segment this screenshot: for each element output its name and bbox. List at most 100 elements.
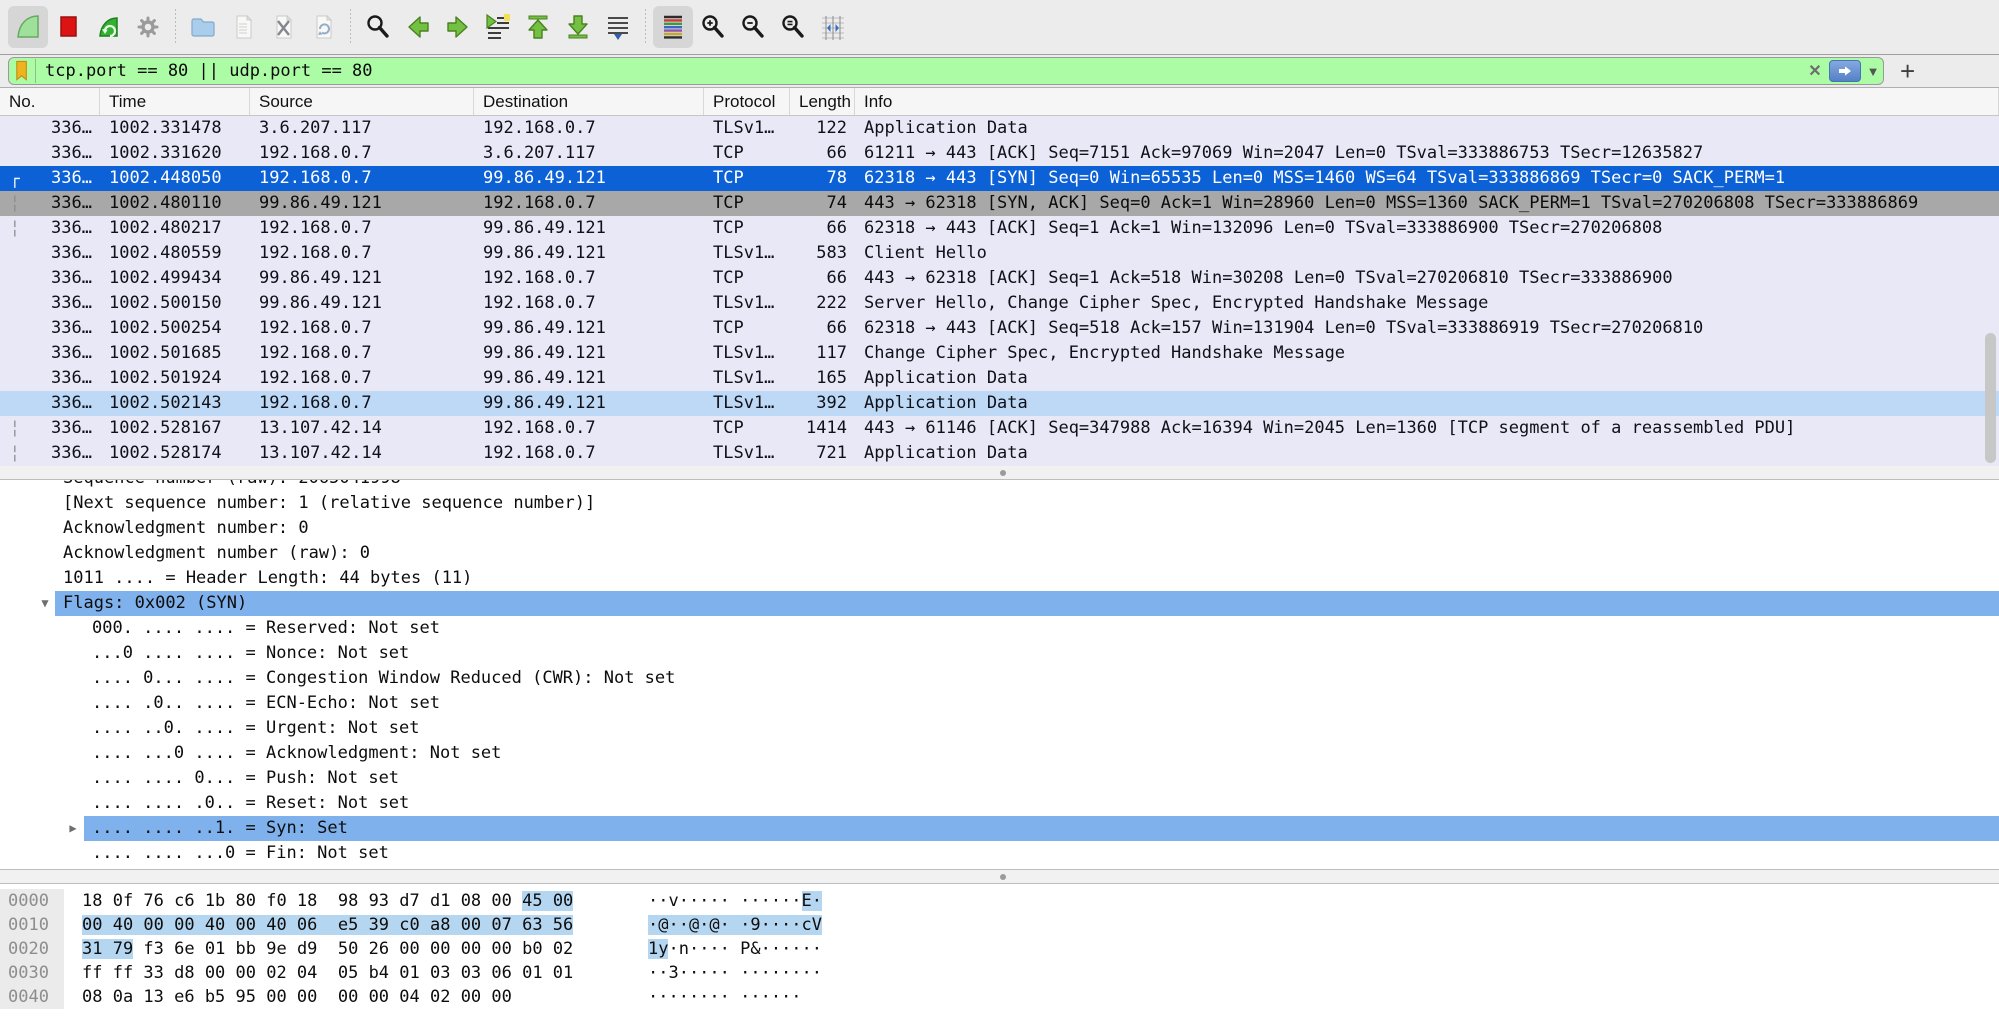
cell-dst: 99.86.49.121 [474, 241, 704, 266]
filter-add-button[interactable]: + [1900, 61, 1915, 81]
display-filter-field[interactable]: tcp.port == 80 || udp.port == 80 ✕ ▼ [8, 57, 1884, 85]
cell-info: Client Hello [855, 241, 1999, 266]
colorize-packets-button[interactable] [653, 6, 693, 48]
filter-bookmark-icon[interactable] [9, 59, 36, 83]
hex-row-0000[interactable]: 000018 0f 76 c6 1b 80 f0 18 98 93 d7 d1 … [0, 889, 1999, 913]
column-header-protocol[interactable]: Protocol [704, 88, 790, 115]
reload-file-icon [308, 12, 338, 42]
packet-row-13[interactable]: 336…1002.52816713.107.42.14192.168.0.7TC… [0, 416, 1999, 441]
hex-bytes[interactable]: 00 40 00 00 40 00 40 06 e5 39 c0 a8 00 0… [82, 913, 573, 937]
related-packet-mark-icon: ╎ [10, 191, 28, 216]
filter-apply-button[interactable] [1829, 60, 1861, 82]
cell-dst: 99.86.49.121 [474, 216, 704, 241]
restart-capture-button[interactable] [88, 6, 128, 48]
open-file-folder-button[interactable] [183, 6, 223, 48]
go-previous-packet-button[interactable] [398, 6, 438, 48]
cell-info: Application Data [855, 441, 1999, 466]
go-next-packet-button[interactable] [438, 6, 478, 48]
detail-line-6[interactable]: ▼Flags: 0x002 (SYN) [0, 591, 1999, 616]
detail-line-11[interactable]: .... ..0. .... = Urgent: Not set [0, 716, 1999, 741]
collapse-triangle-icon[interactable]: ▼ [38, 591, 52, 616]
zoom-out-icon [738, 12, 768, 42]
filter-history-chevron-icon[interactable]: ▼ [1863, 64, 1883, 79]
detail-line-13[interactable]: .... .... 0... = Push: Not set [0, 766, 1999, 791]
packet-row-4[interactable]: 336…1002.48011099.86.49.121192.168.0.7TC… [0, 191, 1999, 216]
zoom-out-button[interactable] [733, 6, 773, 48]
packet-list-scrollbar-thumb[interactable] [1985, 333, 1996, 463]
cell-len: 1414 [790, 416, 855, 441]
detail-line-14[interactable]: .... .... .0.. = Reset: Not set [0, 791, 1999, 816]
column-header-source[interactable]: Source [250, 88, 474, 115]
cell-info: Change Cipher Spec, Encrypted Handshake … [855, 341, 1999, 366]
cell-src: 192.168.0.7 [250, 241, 474, 266]
packet-row-1[interactable]: 336…1002.3314783.6.207.117192.168.0.7TLS… [0, 116, 1999, 141]
detail-line-5[interactable]: 1011 .... = Header Length: 44 bytes (11) [0, 566, 1999, 591]
packet-row-7[interactable]: 336…1002.49943499.86.49.121192.168.0.7TC… [0, 266, 1999, 291]
auto-scroll-button[interactable] [598, 6, 638, 48]
hex-row-0010[interactable]: 001000 40 00 00 40 00 40 06 e5 39 c0 a8 … [0, 913, 1999, 937]
splitter-details-hex[interactable] [0, 870, 1999, 884]
hex-ascii[interactable]: ········ ······ [648, 985, 802, 1009]
hex-bytes[interactable]: 18 0f 76 c6 1b 80 f0 18 98 93 d7 d1 08 0… [82, 889, 573, 913]
stop-capture-button[interactable] [48, 6, 88, 48]
zoom-reset-button[interactable] [773, 6, 813, 48]
column-header-destination[interactable]: Destination [474, 88, 704, 115]
cell-dst: 192.168.0.7 [474, 441, 704, 466]
detail-line-15[interactable]: ▶.... .... ..1. = Syn: Set [0, 816, 1999, 841]
splitter-list-details[interactable] [0, 466, 1999, 480]
detail-text: 1011 .... = Header Length: 44 bytes (11) [55, 566, 1999, 591]
detail-line-1[interactable]: Sequence number (raw): 2065041998 [0, 480, 1999, 491]
go-first-packet-button[interactable] [518, 6, 558, 48]
column-header-time[interactable]: Time [100, 88, 250, 115]
go-last-packet-button[interactable] [558, 6, 598, 48]
packet-row-8[interactable]: 336…1002.50015099.86.49.121192.168.0.7TL… [0, 291, 1999, 316]
wireshark-fin-start-capture-icon [13, 12, 43, 42]
column-header-no[interactable]: No. [0, 88, 100, 115]
zoom-in-button[interactable] [693, 6, 733, 48]
packet-row-12[interactable]: 336…1002.502143192.168.0.799.86.49.121TL… [0, 391, 1999, 416]
find-packet-button[interactable] [358, 6, 398, 48]
filter-clear-icon[interactable]: ✕ [1803, 61, 1827, 81]
restart-capture-icon [93, 12, 123, 42]
column-header-info[interactable]: Info [855, 88, 1999, 115]
packet-row-3[interactable]: 336…1002.448050192.168.0.799.86.49.121TC… [0, 166, 1999, 191]
detail-line-3[interactable]: Acknowledgment number: 0 [0, 516, 1999, 541]
hex-row-0020[interactable]: 002031 79 f3 6e 01 bb 9e d9 50 26 00 00 … [0, 937, 1999, 961]
packet-row-6[interactable]: 336…1002.480559192.168.0.799.86.49.121TL… [0, 241, 1999, 266]
detail-line-12[interactable]: .... ...0 .... = Acknowledgment: Not set [0, 741, 1999, 766]
resize-columns-button[interactable] [813, 6, 853, 48]
hex-row-0040[interactable]: 004008 0a 13 e6 b5 95 00 00 00 00 04 02 … [0, 985, 1999, 1009]
cell-dst: 99.86.49.121 [474, 316, 704, 341]
capture-options-gear-button[interactable] [128, 6, 168, 48]
packet-row-11[interactable]: 336…1002.501924192.168.0.799.86.49.121TL… [0, 366, 1999, 391]
hex-bytes[interactable]: ff ff 33 d8 00 00 02 04 05 b4 01 03 03 0… [82, 961, 573, 985]
wireshark-fin-start-capture-button[interactable] [8, 6, 48, 48]
packet-row-5[interactable]: 336…1002.480217192.168.0.799.86.49.121TC… [0, 216, 1999, 241]
cell-proto: TLSv1… [704, 291, 790, 316]
column-header-length[interactable]: Length [790, 88, 855, 115]
detail-line-2[interactable]: [Next sequence number: 1 (relative seque… [0, 491, 1999, 516]
cell-proto: TCP [704, 266, 790, 291]
hex-ascii[interactable]: ··v····· ······E· [648, 889, 822, 913]
packet-row-2[interactable]: 336…1002.331620192.168.0.73.6.207.117TCP… [0, 141, 1999, 166]
detail-line-9[interactable]: .... 0... .... = Congestion Window Reduc… [0, 666, 1999, 691]
detail-line-10[interactable]: .... .0.. .... = ECN-Echo: Not set [0, 691, 1999, 716]
cell-proto: TCP [704, 216, 790, 241]
detail-line-16[interactable]: .... .... ...0 = Fin: Not set [0, 841, 1999, 866]
hex-ascii[interactable]: ··3····· ········ [648, 961, 822, 985]
packet-row-9[interactable]: 336…1002.500254192.168.0.799.86.49.121TC… [0, 316, 1999, 341]
detail-line-8[interactable]: ...0 .... .... = Nonce: Not set [0, 641, 1999, 666]
hex-ascii[interactable]: ·@··@·@· ·9····cV [648, 913, 822, 937]
hex-bytes[interactable]: 08 0a 13 e6 b5 95 00 00 00 00 04 02 00 0… [82, 985, 512, 1009]
display-filter-input[interactable]: tcp.port == 80 || udp.port == 80 [36, 61, 1803, 81]
cell-src: 192.168.0.7 [250, 216, 474, 241]
hex-row-0030[interactable]: 0030ff ff 33 d8 00 00 02 04 05 b4 01 03 … [0, 961, 1999, 985]
detail-line-7[interactable]: 000. .... .... = Reserved: Not set [0, 616, 1999, 641]
expand-triangle-icon[interactable]: ▶ [66, 816, 80, 841]
detail-line-4[interactable]: Acknowledgment number (raw): 0 [0, 541, 1999, 566]
packet-row-14[interactable]: 336…1002.52817413.107.42.14192.168.0.7TL… [0, 441, 1999, 466]
packet-row-10[interactable]: 336…1002.501685192.168.0.799.86.49.121TL… [0, 341, 1999, 366]
go-to-packet-button[interactable] [478, 6, 518, 48]
hex-ascii[interactable]: 1y·n···· P&······ [648, 937, 822, 961]
hex-bytes[interactable]: 31 79 f3 6e 01 bb 9e d9 50 26 00 00 00 0… [82, 937, 573, 961]
